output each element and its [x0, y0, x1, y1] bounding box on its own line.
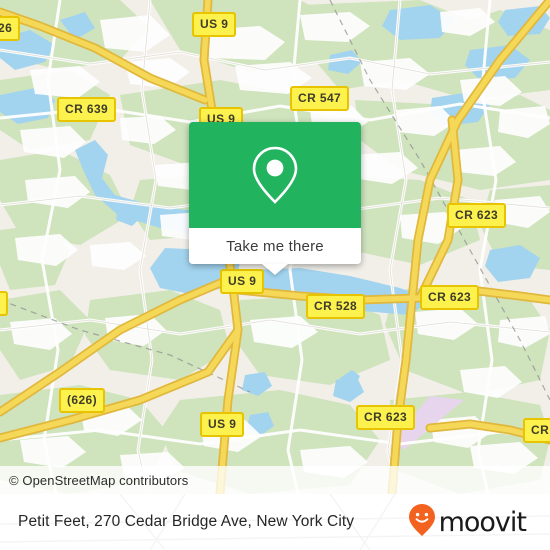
popup-pointer-tail [262, 264, 288, 275]
moovit-pin-smiley-icon [408, 503, 436, 542]
popup-action-row[interactable]: Take me there [189, 228, 361, 264]
place-title: Petit Feet, 270 Cedar Bridge Ave, New Yo… [18, 513, 355, 530]
route-shield: (626) [59, 388, 106, 413]
route-shield: CR 623 [420, 285, 480, 310]
map-screenshot: 26 US 9 CR 547 CR 639 US 9 CR 623 US 9 C… [0, 0, 550, 550]
map-attribution-bar: © OpenStreetMap contributors [0, 466, 550, 494]
route-shield: US 9 [192, 12, 237, 37]
route-shield: CR 5 [523, 418, 550, 443]
attribution-text: © OpenStreetMap contributors [9, 472, 189, 488]
route-shield: CR 623 [447, 203, 507, 228]
map-canvas[interactable]: 26 US 9 CR 547 CR 639 US 9 CR 623 US 9 C… [0, 0, 550, 494]
route-shield: US 9 [200, 412, 245, 437]
route-shield: US 9 [220, 269, 265, 294]
route-shield: ) [0, 291, 9, 316]
route-shield: CR 547 [290, 86, 350, 111]
route-shield: CR 528 [306, 294, 366, 319]
take-me-there-label: Take me there [226, 237, 324, 255]
footer-bar: Petit Feet, 270 Cedar Bridge Ave, New Yo… [0, 494, 550, 550]
route-shield: CR 623 [356, 405, 416, 430]
map-pin-icon [250, 144, 300, 206]
route-shield: CR 639 [57, 97, 117, 122]
route-shield: 26 [0, 16, 21, 41]
moovit-wordmark: moovit [438, 506, 527, 538]
moovit-logo[interactable]: moovit [408, 503, 527, 542]
popup-header [189, 122, 361, 228]
location-popup-card[interactable]: Take me there [189, 122, 361, 275]
